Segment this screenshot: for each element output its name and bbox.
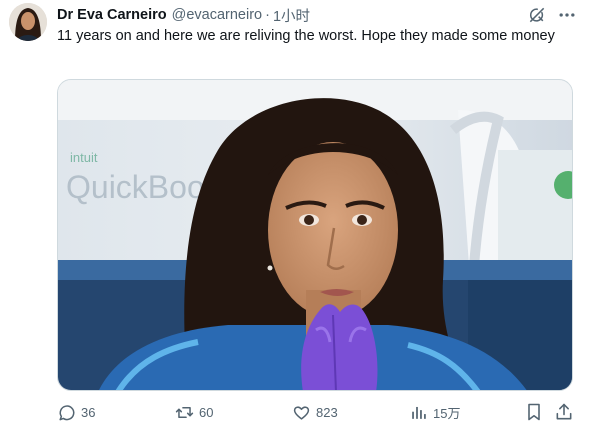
repost-icon <box>175 406 194 418</box>
tweet-header: Dr Eva Carneiro @evacarneiro · 1小时 <box>57 5 310 25</box>
views-button[interactable]: 15万 <box>409 400 460 424</box>
separator-dot: · <box>265 7 270 23</box>
bookmark-button[interactable] <box>524 402 544 422</box>
author-handle[interactable]: @evacarneiro <box>172 7 262 23</box>
repost-button[interactable]: 60 <box>175 400 213 424</box>
share-icon <box>556 403 572 420</box>
author-name[interactable]: Dr Eva Carneiro <box>57 7 167 23</box>
sign-small-text: intuit <box>70 150 98 165</box>
views-icon <box>412 406 426 419</box>
share-button[interactable] <box>554 402 574 422</box>
view-count: 15万 <box>433 405 461 421</box>
tweet-photo[interactable]: intuit QuickBook <box>57 79 573 391</box>
reply-count: 36 <box>81 404 96 420</box>
more-icon[interactable] <box>557 6 577 24</box>
reply-icon <box>59 404 75 420</box>
bookmark-icon <box>528 403 540 421</box>
repost-count: 60 <box>199 404 214 420</box>
timestamp[interactable]: 1小时 <box>273 5 310 26</box>
like-icon <box>293 405 310 420</box>
tweet-text: 11 years on and here we are reliving the… <box>57 28 555 44</box>
like-button[interactable]: 823 <box>292 400 338 424</box>
reply-button[interactable]: 36 <box>57 400 95 424</box>
avatar[interactable] <box>9 3 47 41</box>
grok-icon[interactable] <box>527 5 547 25</box>
like-count: 823 <box>316 404 338 420</box>
tweet-actions: 36 60 823 15万 <box>57 400 577 424</box>
